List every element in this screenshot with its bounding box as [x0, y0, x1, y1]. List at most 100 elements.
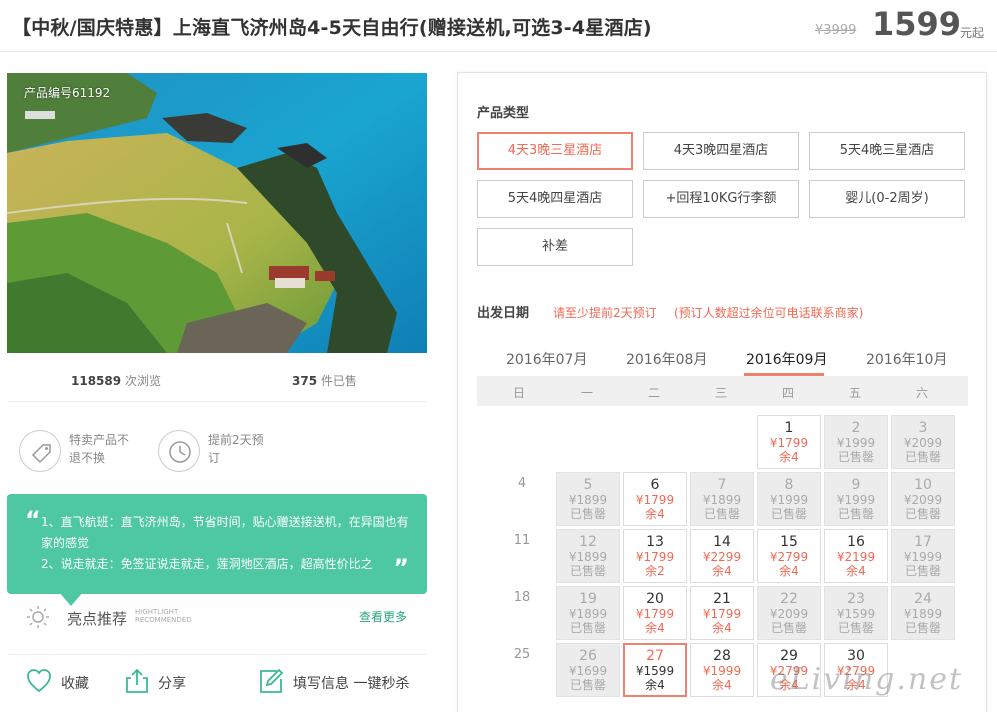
option-5d4n-4star[interactable]: 5天4晚四星酒店 [477, 180, 633, 218]
day-price: ¥1799 [635, 550, 675, 564]
favorite-button[interactable]: 收藏 [61, 673, 89, 693]
day-price: ¥2799 [769, 550, 809, 564]
highlight-line-1: 1、直飞航班：直飞济州岛，节省时间，贴心赠送接送机，在异国也有家的感觉 [41, 515, 409, 550]
weekday-sun: 日 [512, 386, 525, 400]
day-number: 3 [918, 420, 928, 436]
promise-no-refund: 特卖产品不退不换 [69, 433, 130, 465]
price-unit: 元起 [960, 26, 985, 40]
day-price: ¥2099 [903, 493, 943, 507]
option-4d3n-4star[interactable]: 4天3晚四星酒店 [643, 132, 799, 170]
fill-info-button[interactable]: 填写信息 一键秒杀 [293, 673, 409, 693]
day-price: ¥1899 [568, 493, 608, 507]
calendar-day-27[interactable]: 27 ¥1599 余4 [623, 643, 687, 697]
weekday-thu: 四 [781, 386, 794, 400]
sold-stat: 375 件已售 [292, 372, 357, 389]
calendar-day-26: 26 ¥1699 已售罄 [556, 643, 620, 697]
day-availability: 已售罄 [569, 621, 606, 635]
calendar-day-20[interactable]: 20 ¥1799 余4 [623, 586, 687, 640]
edit-icon[interactable] [257, 667, 285, 695]
views-count: 118589 [71, 374, 122, 388]
close-quote-icon: ” [393, 554, 409, 582]
day-number: 12 [579, 534, 597, 550]
day-number: 28 [713, 648, 731, 664]
day-price: ¥1799 [702, 607, 742, 621]
day-availability: 已售罄 [770, 507, 807, 521]
stats-row: 118589 次浏览 375 件已售 [7, 360, 427, 402]
calendar-day-14[interactable]: 14 ¥2299 余4 [690, 529, 754, 583]
day-number: 2 [851, 420, 861, 436]
product-photo[interactable] [7, 73, 427, 353]
day-price: ¥1599 [635, 664, 675, 678]
month-tab-aug[interactable]: 2016年08月 [626, 349, 707, 369]
day-number: 19 [579, 591, 597, 607]
day-number: 17 [914, 534, 932, 550]
day-price: ¥2299 [702, 550, 742, 564]
calendar-day-12: 12 ¥1899 已售罄 [556, 529, 620, 583]
option-return-luggage[interactable]: +回程10KG行李额 [643, 180, 799, 218]
option-infant[interactable]: 婴儿(0-2周岁) [809, 180, 965, 218]
day-price: ¥2099 [769, 607, 809, 621]
day-price: ¥1599 [836, 607, 876, 621]
day-number: 16 [847, 534, 865, 550]
coast-landscape-image [7, 73, 427, 353]
day-availability: 余4 [779, 450, 799, 464]
day-availability: 余4 [712, 564, 732, 578]
day-availability: 已售罄 [904, 564, 941, 578]
day-price: ¥1899 [702, 493, 742, 507]
calendar-day-7: 7 ¥1899 已售罄 [690, 472, 754, 526]
day-price: ¥1999 [903, 550, 943, 564]
month-tab-sep[interactable]: 2016年09月 [746, 349, 827, 369]
day-availability: 已售罄 [837, 621, 874, 635]
calendar-day-21[interactable]: 21 ¥1799 余4 [690, 586, 754, 640]
day-number: 7 [717, 477, 727, 493]
day-availability: 已售罄 [569, 564, 606, 578]
calendar-day-8: 8 ¥1999 已售罄 [757, 472, 821, 526]
contact-merchant-hint: (预订人数超过余位可电话联系商家) [674, 306, 864, 320]
weekday-sat: 六 [915, 386, 928, 400]
sunday-date-4: 4 [517, 476, 527, 491]
highlight-box: “ 1、直飞航班：直飞济州岛，节省时间，贴心赠送接送机，在异国也有家的感觉 2、… [7, 494, 427, 606]
month-tab-jul[interactable]: 2016年07月 [506, 349, 587, 369]
sunday-date-25: 25 [513, 647, 531, 662]
calendar-day-9: 9 ¥1999 已售罄 [824, 472, 888, 526]
calendar-day-24: 24 ¥1899 已售罄 [891, 586, 955, 640]
day-number: 10 [914, 477, 932, 493]
open-quote-icon: “ [25, 506, 41, 534]
sold-label: 件已售 [320, 374, 357, 388]
day-number: 27 [646, 648, 664, 664]
day-availability: 已售罄 [569, 507, 606, 521]
share-icon[interactable] [123, 667, 151, 695]
calendar-day-13[interactable]: 13 ¥1799 余2 [623, 529, 687, 583]
sold-count: 375 [292, 374, 318, 388]
calendar-day-6[interactable]: 6 ¥1799 余4 [623, 472, 687, 526]
day-availability: 已售罄 [770, 621, 807, 635]
calendar-day-16[interactable]: 16 ¥2199 余4 [824, 529, 888, 583]
views-stat: 118589 次浏览 [71, 372, 161, 389]
option-4d3n-3star[interactable]: 4天3晚三星酒店 [477, 132, 633, 170]
day-price: ¥1999 [769, 493, 809, 507]
calendar-day-15[interactable]: 15 ¥2799 余4 [757, 529, 821, 583]
day-price: ¥1999 [702, 664, 742, 678]
day-price: ¥1799 [635, 493, 675, 507]
day-availability: 余4 [712, 678, 732, 692]
booking-panel: 产品类型 4天3晚三星酒店 4天3晚四星酒店 5天4晚三星酒店 5天4晚四星酒店… [457, 72, 987, 712]
day-number: 23 [847, 591, 865, 607]
day-availability: 已售罄 [703, 507, 740, 521]
calendar-day-1[interactable]: 1 ¥1799 余4 [757, 415, 821, 469]
day-number: 24 [914, 591, 932, 607]
day-price: ¥1899 [568, 607, 608, 621]
calendar-day-2: 2 ¥1999 已售罄 [824, 415, 888, 469]
share-button[interactable]: 分享 [158, 673, 186, 693]
option-5d4n-3star[interactable]: 5天4晚三星酒店 [809, 132, 965, 170]
see-more-link[interactable]: 查看更多 [359, 608, 407, 625]
views-label: 次浏览 [124, 374, 161, 388]
recommend-row: 亮点推荐 HIGHTLIGHT RECOMMENDED 查看更多 [7, 598, 427, 634]
option-supplement[interactable]: 补差 [477, 228, 633, 266]
day-availability: 余4 [846, 564, 866, 578]
promise-book-ahead: 提前2天预订 [208, 433, 264, 465]
calendar-day-28[interactable]: 28 ¥1999 余4 [690, 643, 754, 697]
day-price: ¥1999 [836, 436, 876, 450]
month-tab-oct[interactable]: 2016年10月 [866, 349, 947, 369]
day-availability: 余4 [779, 564, 799, 578]
heart-icon[interactable] [25, 667, 53, 695]
